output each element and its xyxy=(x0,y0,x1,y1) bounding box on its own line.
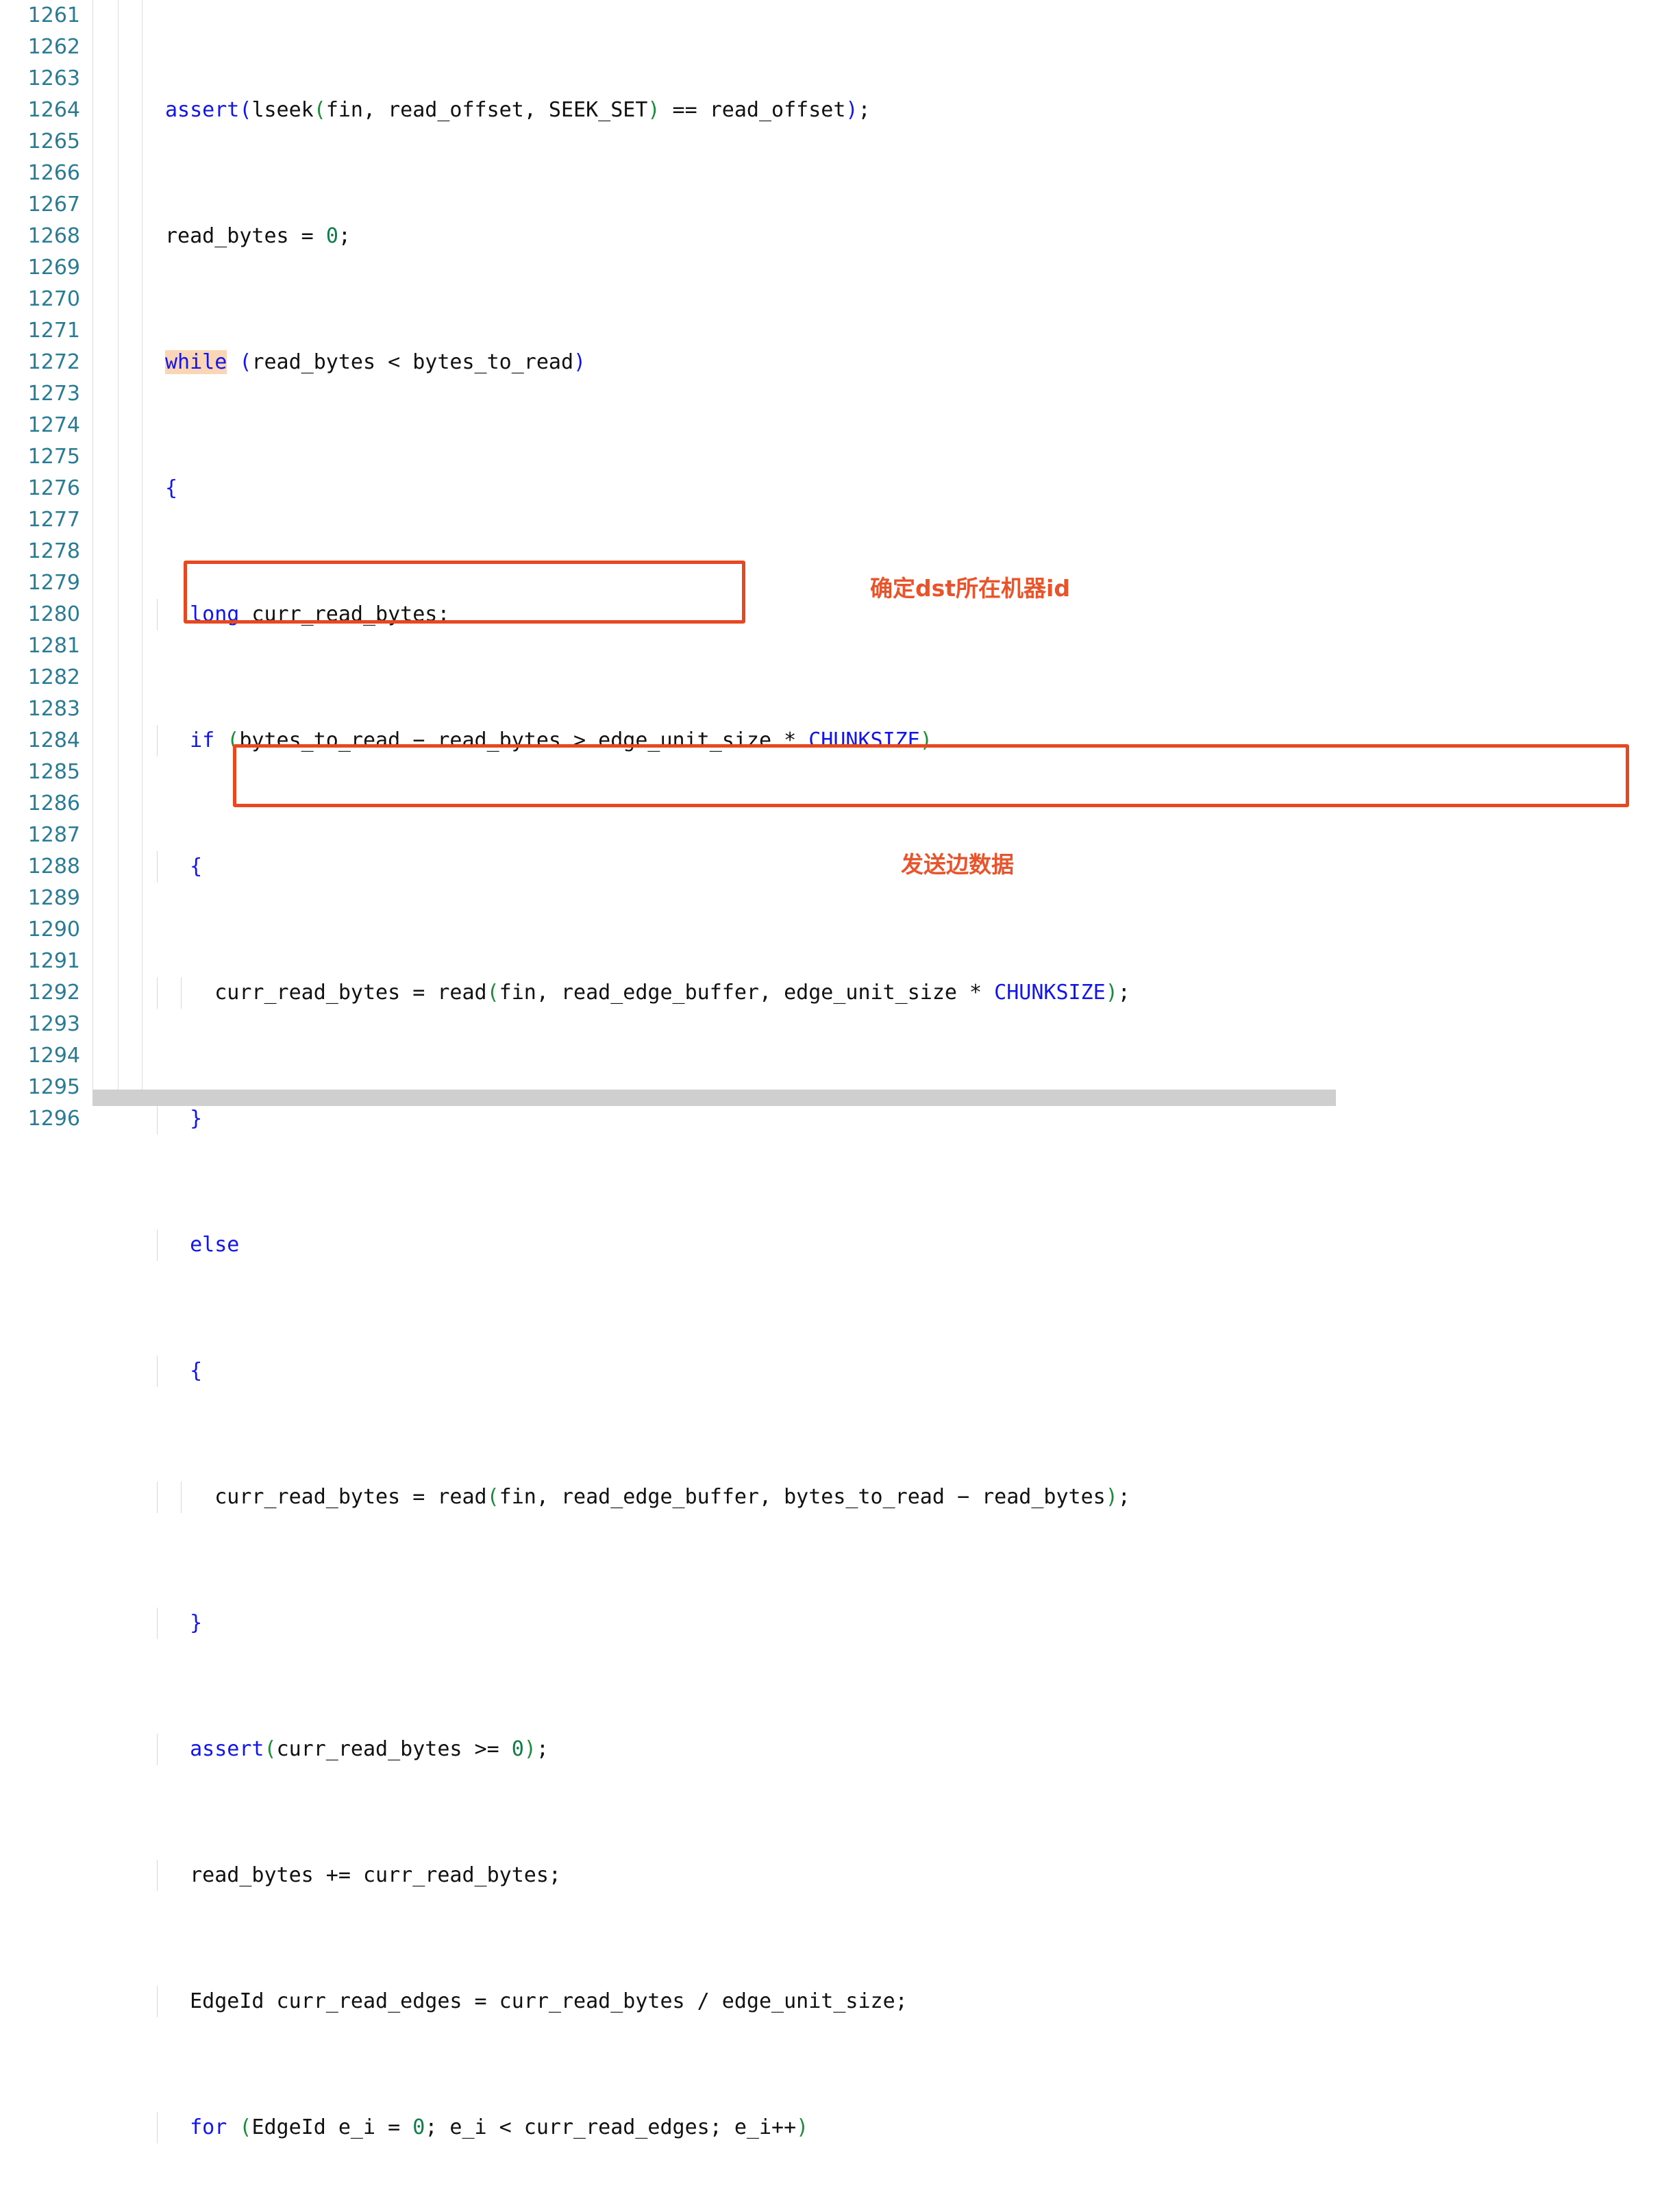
line-number: 1289 xyxy=(27,886,80,910)
line-number: 1286 xyxy=(27,791,80,815)
annotation-note-partition: 确定dst所在机器id xyxy=(870,575,1070,602)
code-line-1275[interactable]: read_bytes += curr_read_bytes; xyxy=(142,1860,1662,1891)
horizontal-scrollbar[interactable] xyxy=(92,1090,1662,1106)
line-number: 1270 xyxy=(27,287,80,311)
token-assert: assert xyxy=(165,98,240,122)
line-number: 1278 xyxy=(27,539,80,563)
line-number: 1292 xyxy=(27,981,80,1005)
line-number: 1262 xyxy=(27,35,80,59)
line-number: 1263 xyxy=(27,66,80,90)
line-number: 1284 xyxy=(27,728,80,752)
code-line-1268[interactable]: curr_read_bytes = read(fin, read_edge_bu… xyxy=(142,977,1662,1009)
line-number: 1291 xyxy=(27,949,80,973)
line-number: 1268 xyxy=(27,224,80,248)
line-number: 1261 xyxy=(27,3,80,27)
code-line-1270[interactable]: else xyxy=(142,1229,1662,1261)
token-chunksize: CHUNKSIZE xyxy=(994,981,1106,1005)
code-line-1277[interactable]: for (EdgeId e_i = 0; e_i < curr_read_edg… xyxy=(142,2112,1662,2143)
code-line-1261[interactable]: assert(lseek(fin, read_offset, SEEK_SET)… xyxy=(142,95,1662,126)
line-number: 1274 xyxy=(27,413,80,437)
gutter-divider-2 xyxy=(118,0,119,1106)
line-number: 1294 xyxy=(27,1044,80,1068)
token-assert: assert xyxy=(190,1737,264,1761)
code-line-1276[interactable]: EdgeId curr_read_edges = curr_read_bytes… xyxy=(142,1986,1662,2017)
line-number-gutter: 1261 1262 1263 1264 1265 1266 1267 1268 … xyxy=(0,0,92,1131)
horizontal-scrollbar-thumb[interactable] xyxy=(92,1090,1336,1106)
line-number: 1269 xyxy=(27,256,80,280)
code-line-1262[interactable]: read_bytes = 0; xyxy=(142,221,1662,252)
code-line-1273[interactable]: } xyxy=(142,1608,1662,1639)
token-while-highlighted: while xyxy=(165,350,227,374)
line-number: 1290 xyxy=(27,918,80,942)
line-number: 1295 xyxy=(27,1075,80,1099)
line-number: 1287 xyxy=(27,823,80,847)
gutter-divider-1 xyxy=(92,0,93,1106)
line-number: 1281 xyxy=(27,634,80,658)
line-number: 1264 xyxy=(27,98,80,122)
line-number: 1265 xyxy=(27,130,80,153)
line-number: 1280 xyxy=(27,602,80,626)
code-line-1264[interactable]: { xyxy=(142,473,1662,504)
line-number: 1271 xyxy=(27,319,80,343)
line-number: 1276 xyxy=(27,476,80,500)
line-number: 1296 xyxy=(27,1107,80,1131)
code-editor[interactable]: 1261 1262 1263 1264 1265 1266 1267 1268 … xyxy=(0,0,1662,2143)
line-number: 1277 xyxy=(27,508,80,532)
line-number: 1285 xyxy=(27,760,80,784)
code-line-1265[interactable]: long curr_read_bytes; xyxy=(142,599,1662,630)
code-line-1272[interactable]: curr_read_bytes = read(fin, read_edge_bu… xyxy=(142,1482,1662,1513)
annotation-note-send: 发送边数据 xyxy=(901,851,1014,878)
line-number: 1267 xyxy=(27,193,80,217)
line-number: 1279 xyxy=(27,571,80,595)
line-number: 1273 xyxy=(27,382,80,406)
token-chunksize: CHUNKSIZE xyxy=(808,728,920,752)
line-number: 1283 xyxy=(27,697,80,721)
code-line-1269[interactable]: } xyxy=(142,1103,1662,1135)
code-line-1263[interactable]: while (read_bytes < bytes_to_read) xyxy=(142,347,1662,378)
line-number: 1293 xyxy=(27,1012,80,1036)
line-number: 1282 xyxy=(27,665,80,689)
line-number: 1288 xyxy=(27,855,80,878)
code-line-1266[interactable]: if (bytes_to_read − read_bytes > edge_un… xyxy=(142,725,1662,757)
line-number: 1272 xyxy=(27,350,80,374)
line-number: 1275 xyxy=(27,445,80,469)
code-line-1271[interactable]: { xyxy=(142,1355,1662,1387)
code-content[interactable]: assert(lseek(fin, read_offset, SEEK_SET)… xyxy=(142,0,1662,2143)
code-line-1274[interactable]: assert(curr_read_bytes >= 0); xyxy=(142,1734,1662,1765)
line-number: 1266 xyxy=(27,161,80,185)
